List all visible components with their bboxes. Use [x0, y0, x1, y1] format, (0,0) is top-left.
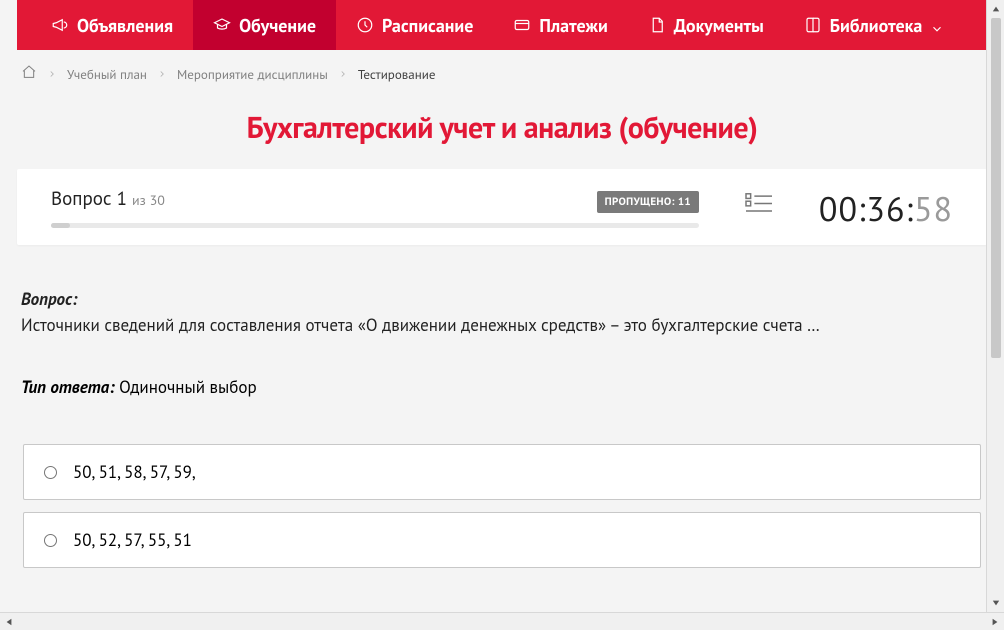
answer-radio[interactable] — [44, 534, 57, 547]
nav-item-schedule[interactable]: Расписание — [336, 0, 493, 50]
answer-option-text: 50, 51, 58, 57, 59, — [73, 461, 196, 483]
document-icon — [648, 16, 666, 34]
answer-type-value: Одиночный выбор — [119, 376, 257, 398]
top-nav: Объявления Обучение Расписание Платежи — [17, 0, 987, 50]
clock-icon — [356, 16, 374, 34]
question-word: Вопрос — [51, 187, 111, 211]
answer-options: 50, 51, 58, 57, 59, 50, 52, 57, 55, 51 — [17, 410, 987, 568]
scrollbar-track[interactable] — [18, 616, 986, 628]
nav-item-library[interactable]: Библиотека — [784, 0, 965, 50]
nav-label: Обучение — [239, 14, 316, 37]
vertical-scrollbar[interactable] — [986, 0, 1004, 612]
megaphone-icon — [51, 16, 69, 34]
answer-type-row: Тип ответа: Одиночный выбор — [17, 348, 987, 410]
progress-bar-fill — [51, 223, 70, 228]
nav-item-announcements[interactable]: Объявления — [31, 0, 193, 50]
question-counter: Вопрос 1 из 30 — [51, 187, 165, 211]
answer-option-text: 50, 52, 57, 55, 51 — [73, 529, 192, 551]
horizontal-scrollbar[interactable] — [0, 612, 1004, 630]
card-icon — [513, 16, 531, 34]
nav-label: Платежи — [539, 14, 607, 37]
question-label: Вопрос: — [21, 288, 77, 310]
scroll-left-arrow-icon[interactable] — [0, 613, 18, 630]
question-list-button[interactable] — [744, 191, 774, 222]
answer-radio[interactable] — [44, 466, 57, 479]
chevron-down-icon — [930, 18, 944, 32]
breadcrumb-link-event[interactable]: Мероприятие дисциплины — [177, 66, 328, 83]
answer-type-label: Тип ответа: — [21, 376, 115, 398]
nav-label: Документы — [674, 14, 764, 37]
question-of-word: из — [132, 191, 146, 209]
nav-item-documents[interactable]: Документы — [628, 0, 784, 50]
progress-card: Вопрос 1 из 30 ПРОПУЩЕНО: 11 — [17, 169, 987, 245]
breadcrumb-current: Тестирование — [358, 66, 436, 83]
breadcrumb-link-plan[interactable]: Учебный план — [67, 66, 147, 83]
graduation-cap-icon — [213, 16, 231, 34]
scrollbar-track[interactable] — [990, 18, 1002, 594]
nav-label: Расписание — [382, 14, 473, 37]
nav-item-learning[interactable]: Обучение — [193, 0, 336, 50]
question-text: Источники сведений для составления отчет… — [21, 314, 820, 336]
breadcrumb: Учебный план Мероприятие дисциплины Тест… — [17, 50, 987, 94]
scroll-up-arrow-icon[interactable] — [987, 0, 1004, 18]
progress-bar — [51, 223, 699, 228]
scroll-down-arrow-icon[interactable] — [987, 594, 1004, 612]
nav-label: Библиотека — [830, 14, 923, 37]
question-total: 30 — [150, 191, 165, 209]
book-icon — [804, 16, 822, 34]
chevron-right-icon — [157, 66, 167, 83]
question-current: 1 — [117, 187, 127, 211]
question-block: Вопрос: Источники сведений для составлен… — [17, 245, 987, 348]
timer-main: 00:36: — [819, 187, 914, 231]
chevron-right-icon — [47, 66, 57, 83]
chevron-right-icon — [338, 66, 348, 83]
nav-item-payments[interactable]: Платежи — [493, 0, 627, 50]
skipped-badge: ПРОПУЩЕНО: 11 — [597, 191, 699, 213]
answer-option[interactable]: 50, 52, 57, 55, 51 — [23, 512, 981, 568]
page-title: Бухгалтерский учет и анализ (обучение) — [17, 94, 987, 169]
answer-option[interactable]: 50, 51, 58, 57, 59, — [23, 444, 981, 500]
timer: 00:36:58 — [819, 187, 953, 231]
timer-seconds: 58 — [914, 187, 953, 231]
nav-label: Объявления — [77, 14, 173, 37]
scroll-right-arrow-icon[interactable] — [986, 613, 1004, 630]
scrollbar-thumb[interactable] — [991, 18, 1001, 358]
breadcrumb-home[interactable] — [21, 64, 37, 84]
